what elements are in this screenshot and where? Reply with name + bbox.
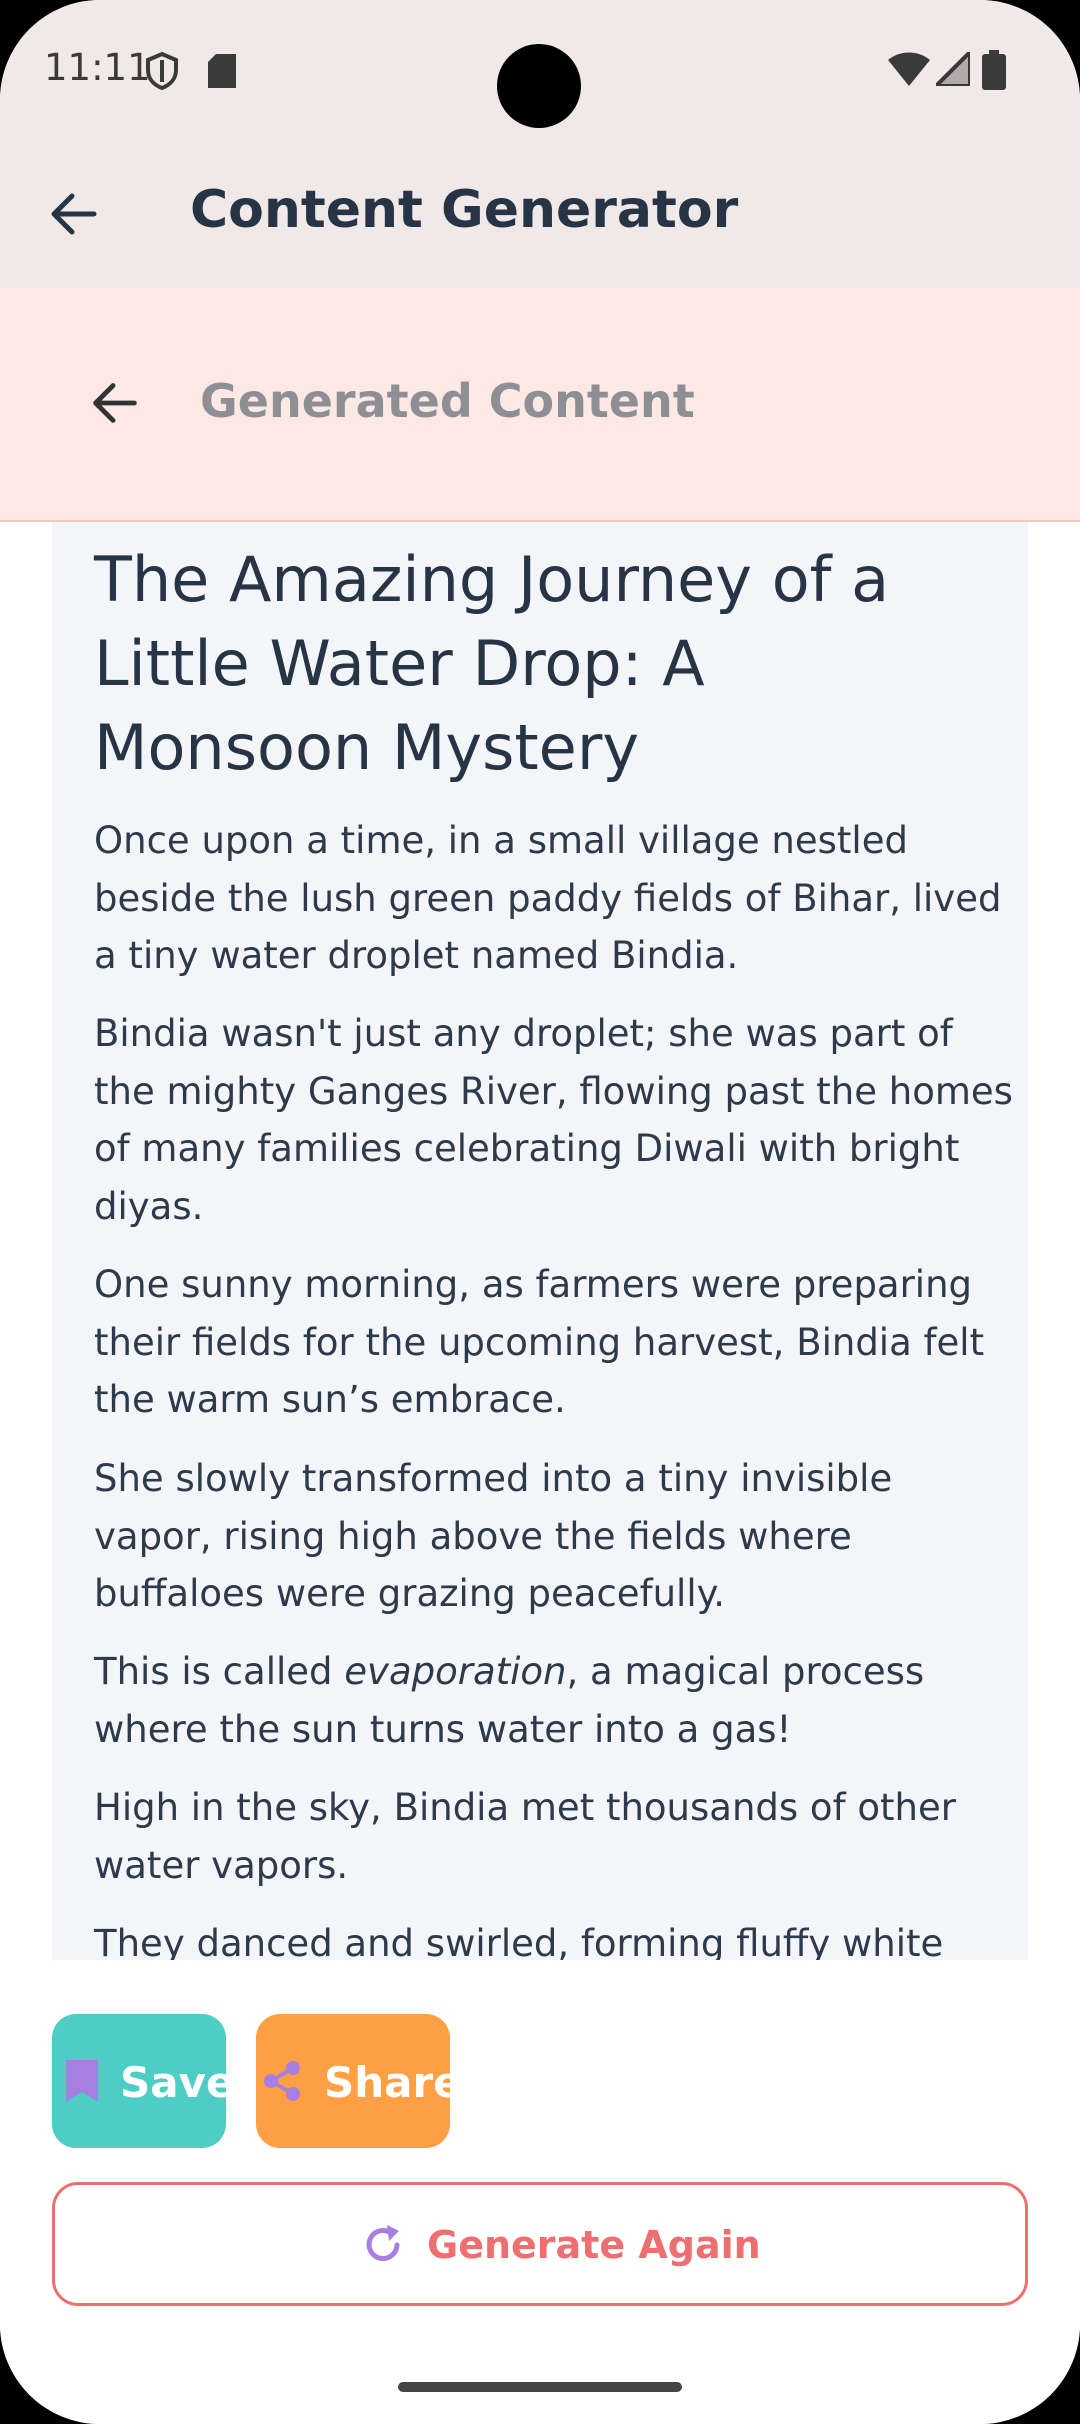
story-paragraph: This is called evaporation, a magical pr… bbox=[94, 1643, 1014, 1758]
story-paragraph: They danced and swirled, forming fluffy … bbox=[94, 1922, 944, 1962]
share-label: Share bbox=[324, 2058, 450, 2107]
refresh-icon bbox=[366, 2225, 400, 2261]
story-paragraph: One sunny morning, as farmers were prepa… bbox=[94, 1263, 985, 1421]
top-app-bar: Content Generator bbox=[0, 140, 1080, 288]
front-camera bbox=[497, 44, 581, 128]
status-bar: 11:11 bbox=[0, 0, 1080, 140]
share-button[interactable]: Share bbox=[256, 2014, 450, 2148]
paragraph-text: This is called bbox=[94, 1650, 345, 1693]
generated-content-header: Generated Content bbox=[0, 288, 1080, 522]
status-time: 11:11 bbox=[44, 46, 151, 89]
wifi-icon bbox=[888, 52, 930, 86]
sd-card-icon bbox=[208, 54, 236, 88]
app-title: Content Generator bbox=[190, 180, 739, 240]
bookmark-icon bbox=[66, 2060, 98, 2102]
arrow-back-icon[interactable] bbox=[42, 182, 106, 246]
story-title: The Amazing Journey of a Little Water Dr… bbox=[94, 543, 890, 784]
generate-again-button[interactable]: Generate Again bbox=[52, 2182, 1028, 2306]
story-paragraph: She slowly transformed into a tiny invis… bbox=[94, 1457, 893, 1615]
generate-again-label: Generate Again bbox=[427, 2223, 761, 2267]
story-paragraph: Bindia wasn't just any droplet; she was … bbox=[94, 1012, 1013, 1228]
share-icon bbox=[264, 2061, 300, 2101]
section-title: Generated Content bbox=[200, 374, 695, 428]
story-paragraph: High in the sky, Bindia met thousands of… bbox=[94, 1786, 956, 1887]
signal-icon bbox=[936, 52, 970, 86]
story-paragraph: Once upon a time, in a small village nes… bbox=[94, 819, 1002, 977]
home-indicator[interactable] bbox=[398, 2382, 682, 2392]
action-sheet: Save Share Generate Again bbox=[0, 1960, 1080, 2424]
save-label: Save bbox=[120, 2058, 226, 2107]
phone-screen: 11:11 Content Generator Generated Conten… bbox=[0, 0, 1080, 2424]
save-button[interactable]: Save bbox=[52, 2014, 226, 2148]
emphasis-text: evaporation bbox=[344, 1650, 567, 1693]
arrow-back-icon[interactable] bbox=[84, 372, 146, 434]
shield-icon bbox=[146, 52, 178, 90]
content-card[interactable]: The Amazing Journey of a Little Water Dr… bbox=[52, 522, 1028, 1962]
battery-icon bbox=[982, 50, 1006, 90]
